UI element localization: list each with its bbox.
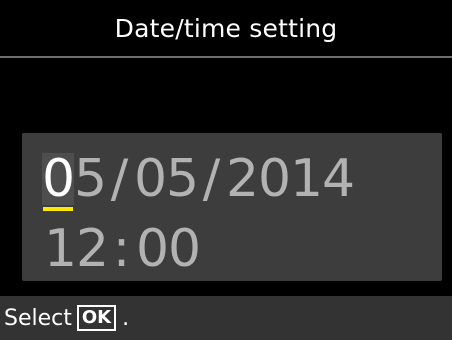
date-row: 0 5 / 0 5 / 2 0 1 4 [42, 143, 355, 211]
year-digit-4[interactable]: 4 [322, 153, 355, 205]
title-bar: Date/time setting [0, 0, 452, 58]
printer-lcd-screen: Date/time setting 0 5 / 0 5 / 2 0 1 4 1 … [0, 0, 452, 340]
minute-digit-2[interactable]: 0 [168, 223, 201, 275]
year-digit-2[interactable]: 0 [258, 153, 291, 205]
hour-digit-1[interactable]: 1 [44, 223, 77, 275]
year-digit-1[interactable]: 2 [226, 153, 259, 205]
footer-period: . [122, 305, 130, 331]
month-digit-2[interactable]: 5 [74, 153, 107, 205]
page-title: Date/time setting [114, 13, 338, 43]
select-label: Select [4, 305, 72, 331]
footer-hint: Select OK . [0, 296, 452, 340]
month-digit-1[interactable]: 0 [42, 153, 75, 211]
date-separator-2: / [202, 149, 222, 209]
ok-key-icon: OK [76, 305, 117, 331]
datetime-panel: 0 5 / 0 5 / 2 0 1 4 1 2 : 0 0 [22, 133, 442, 281]
time-separator: : [112, 219, 132, 279]
hour-digit-2[interactable]: 2 [76, 223, 109, 275]
time-row: 1 2 : 0 0 [44, 215, 201, 279]
date-separator-1: / [110, 149, 130, 209]
minute-digit-1[interactable]: 0 [136, 223, 169, 275]
day-digit-2[interactable]: 5 [166, 153, 199, 205]
year-digit-3[interactable]: 1 [290, 153, 323, 205]
day-digit-1[interactable]: 0 [134, 153, 167, 205]
